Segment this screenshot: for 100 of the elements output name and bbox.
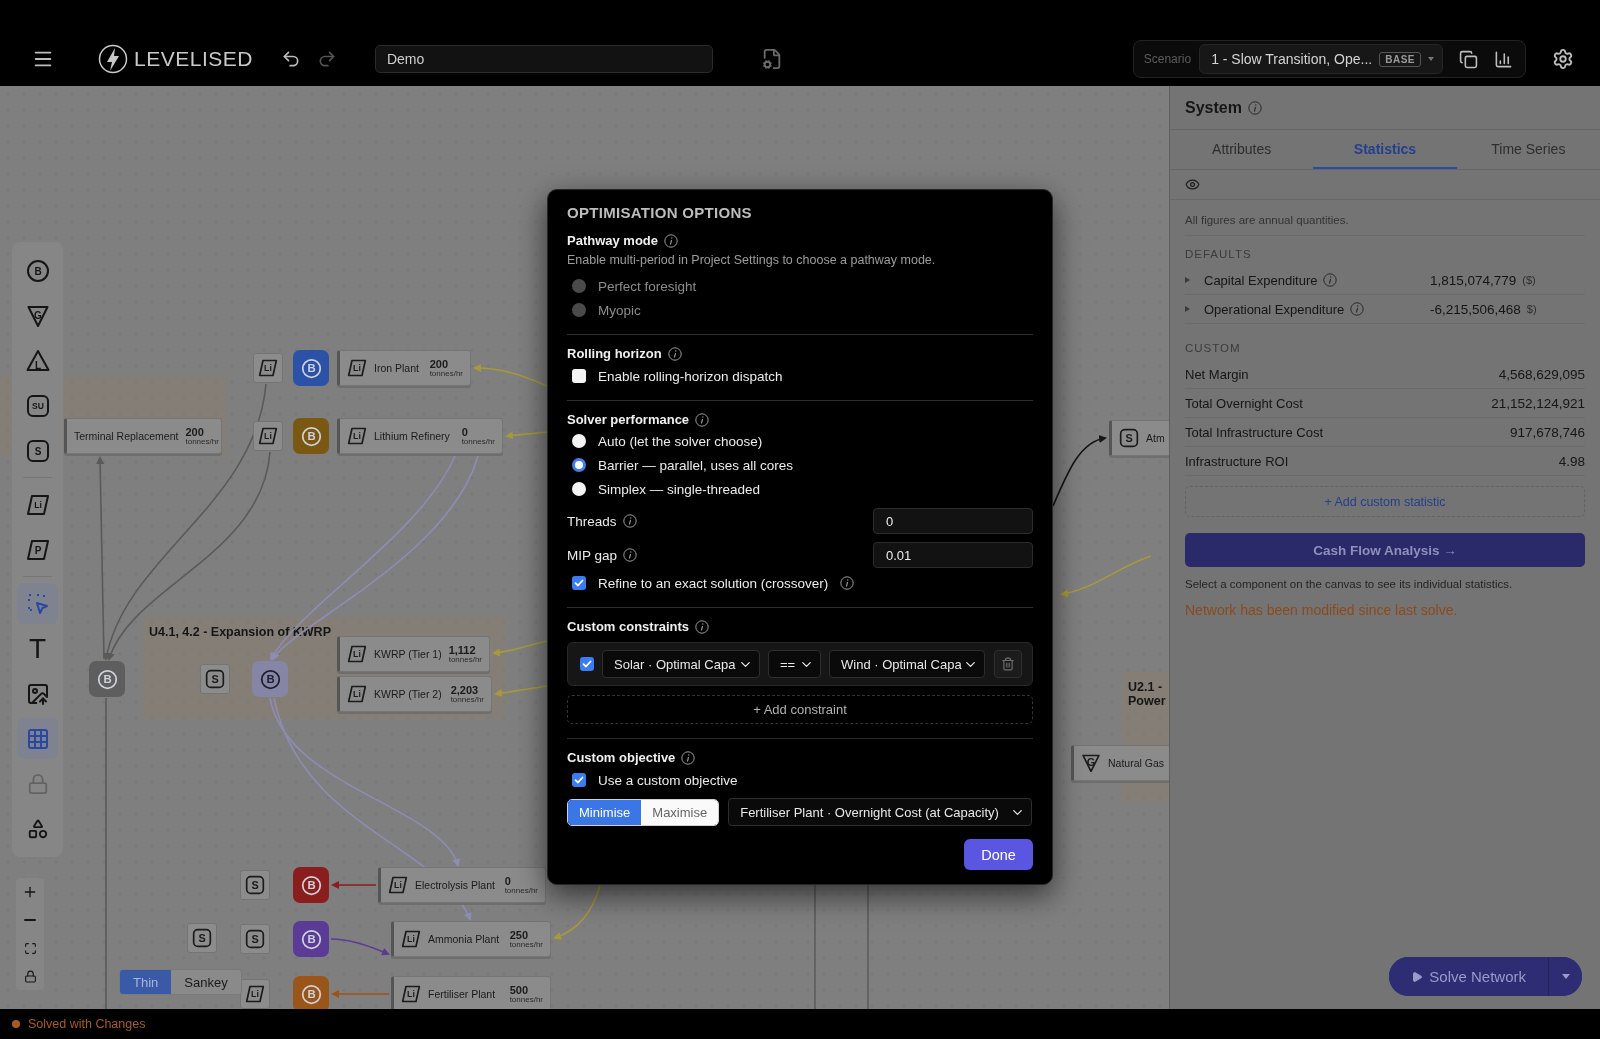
bus-node[interactable]: B <box>293 418 329 454</box>
node-name: Ammonia Plant <box>428 933 500 945</box>
bus-node[interactable]: B <box>89 661 125 697</box>
node-name: Terminal Replacement <box>74 430 179 442</box>
bus-node[interactable]: B <box>252 661 288 697</box>
settings-icon <box>1552 48 1574 70</box>
panel-tab[interactable]: Time Series <box>1456 130 1600 169</box>
statistic-value: 21,152,124,921 <box>1491 395 1585 411</box>
node-unit: tonnes/hr <box>450 695 484 704</box>
panel-note: All figures are annual quantities. <box>1185 214 1585 236</box>
bus-node[interactable]: B <box>293 867 329 903</box>
process-node[interactable]: Li Fertiliser Plant 500 tonnes/hr <box>391 976 551 1009</box>
project-name-field[interactable]: Demo <box>374 45 713 73</box>
statistic-label: Operational Expenditure <box>1204 301 1345 317</box>
bus-icon: B <box>96 668 118 690</box>
caret-icon[interactable] <box>1185 277 1190 283</box>
tool-button[interactable]: SU <box>17 385 58 426</box>
parallelogram-icon: P <box>25 537 50 562</box>
tool-button[interactable]: L <box>17 340 58 381</box>
panel-tab[interactable]: Attributes <box>1170 130 1314 169</box>
section-heading: Custom objective <box>567 750 676 765</box>
sense-toggle[interactable]: Minimise <box>568 799 642 825</box>
option-label: Barrier — parallel, uses all cores <box>598 457 794 473</box>
node-unit: tonnes/hr <box>504 886 538 895</box>
bus-node[interactable]: B <box>293 976 329 1009</box>
eye-icon[interactable] <box>1185 177 1200 192</box>
info-icon <box>623 548 638 562</box>
square-icon: S <box>1119 428 1139 448</box>
process-node[interactable]: G Natural Gas <box>1071 745 1169 781</box>
status-dot <box>12 1020 20 1028</box>
solve-menu-button[interactable] <box>1548 957 1582 996</box>
scenario-select[interactable]: 1 - Slow Transition, Ope... BASE <box>1199 44 1443 74</box>
node-value: 0 <box>461 426 469 438</box>
objective-select[interactable]: Fertiliser Plant · Overnight Cost (at Capacity) <box>728 798 1033 826</box>
info-icon <box>1247 100 1262 115</box>
radio-button[interactable] <box>572 482 586 496</box>
done-button[interactable]: Done <box>964 839 1033 870</box>
statistic-value: 4.98 <box>1558 453 1585 469</box>
section-heading: Pathway mode <box>567 233 659 248</box>
node-name: KWRP (Tier 1) <box>374 648 442 660</box>
group-label: U4.1, 4.2 - Expansion of KWRP <box>149 625 332 640</box>
tool-button[interactable]: Li <box>17 484 58 525</box>
tool-button[interactable]: G <box>17 295 58 336</box>
checkbox[interactable] <box>572 576 586 590</box>
fit-icon <box>23 941 37 955</box>
statistic-label: Infrastructure ROI <box>1185 453 1289 469</box>
copy-icon <box>1459 49 1478 69</box>
delete-button[interactable] <box>994 650 1022 678</box>
threads-field[interactable]: 0 <box>873 508 1033 534</box>
statistic-label: Total Overnight Cost <box>1185 395 1303 411</box>
process-node[interactable]: S Atm <box>1109 420 1169 456</box>
tool-button[interactable]: P <box>17 529 58 570</box>
scenario-label: Scenario <box>1143 52 1192 66</box>
caret-icon[interactable] <box>1185 306 1190 312</box>
right-term-select[interactable]: Wind · Optimal Capa <box>829 650 985 678</box>
bus-node[interactable]: B <box>293 921 329 957</box>
operator-select[interactable]: == <box>768 650 821 678</box>
cash-flow-button[interactable]: Cash Flow Analysis → <box>1185 533 1585 567</box>
bus-node[interactable]: B <box>293 350 329 386</box>
left-term-select[interactable]: Solar · Optimal Capa <box>602 650 760 678</box>
info-icon <box>664 233 679 248</box>
square-icon: S <box>25 438 50 463</box>
info-icon <box>840 576 855 590</box>
checkbox[interactable] <box>572 369 586 383</box>
statistic-value: 4,568,629,095 <box>1498 366 1585 382</box>
info-icon <box>695 619 710 634</box>
text-tool-button[interactable]: T <box>17 628 58 669</box>
add-constraint-button[interactable]: + Add constraint <box>567 695 1033 724</box>
node-value: 500 <box>509 984 529 996</box>
selection-icon <box>25 591 50 616</box>
checkbox[interactable] <box>580 657 594 671</box>
line-style-toggle[interactable]: Sankey <box>171 970 241 994</box>
dialog-title: OPTIMISATION OPTIONS <box>567 204 753 221</box>
node-value: 250 <box>509 929 529 941</box>
line-style-toggle[interactable]: Thin <box>120 970 172 994</box>
tool-button[interactable]: B <box>17 250 58 291</box>
file-gear-icon <box>760 48 783 70</box>
tool-button[interactable] <box>17 583 58 624</box>
option-label: Use a custom objective <box>598 772 738 788</box>
radio-button[interactable] <box>572 434 586 448</box>
field-label: MIP gap <box>567 547 618 563</box>
logo-icon <box>98 44 128 74</box>
grid-icon <box>25 726 50 751</box>
parallelogram-icon: Li <box>401 929 421 949</box>
undo-icon <box>280 49 301 69</box>
node-name: Fertiliser Plant <box>428 988 496 1000</box>
checkbox[interactable] <box>572 773 586 787</box>
mip-gap-field[interactable]: 0.01 <box>873 542 1033 568</box>
info-icon <box>1350 302 1365 316</box>
sense-toggle[interactable]: Maximise <box>641 799 719 825</box>
process-node[interactable]: Li Lithium Refinery 0 tonnes/hr <box>337 418 503 454</box>
option-label: Myopic <box>598 302 641 318</box>
radio-button[interactable] <box>572 458 586 472</box>
statistic-label: Total Infrastructure Cost <box>1185 424 1323 440</box>
tool-button[interactable] <box>17 718 58 759</box>
tool-button[interactable]: S <box>17 430 58 471</box>
circle-icon: B <box>25 258 50 283</box>
node-value: 2,203 <box>450 684 480 696</box>
warning-text: Network has been modified since last solve. <box>1185 602 1459 618</box>
parallelogram-icon: Li <box>347 358 367 378</box>
